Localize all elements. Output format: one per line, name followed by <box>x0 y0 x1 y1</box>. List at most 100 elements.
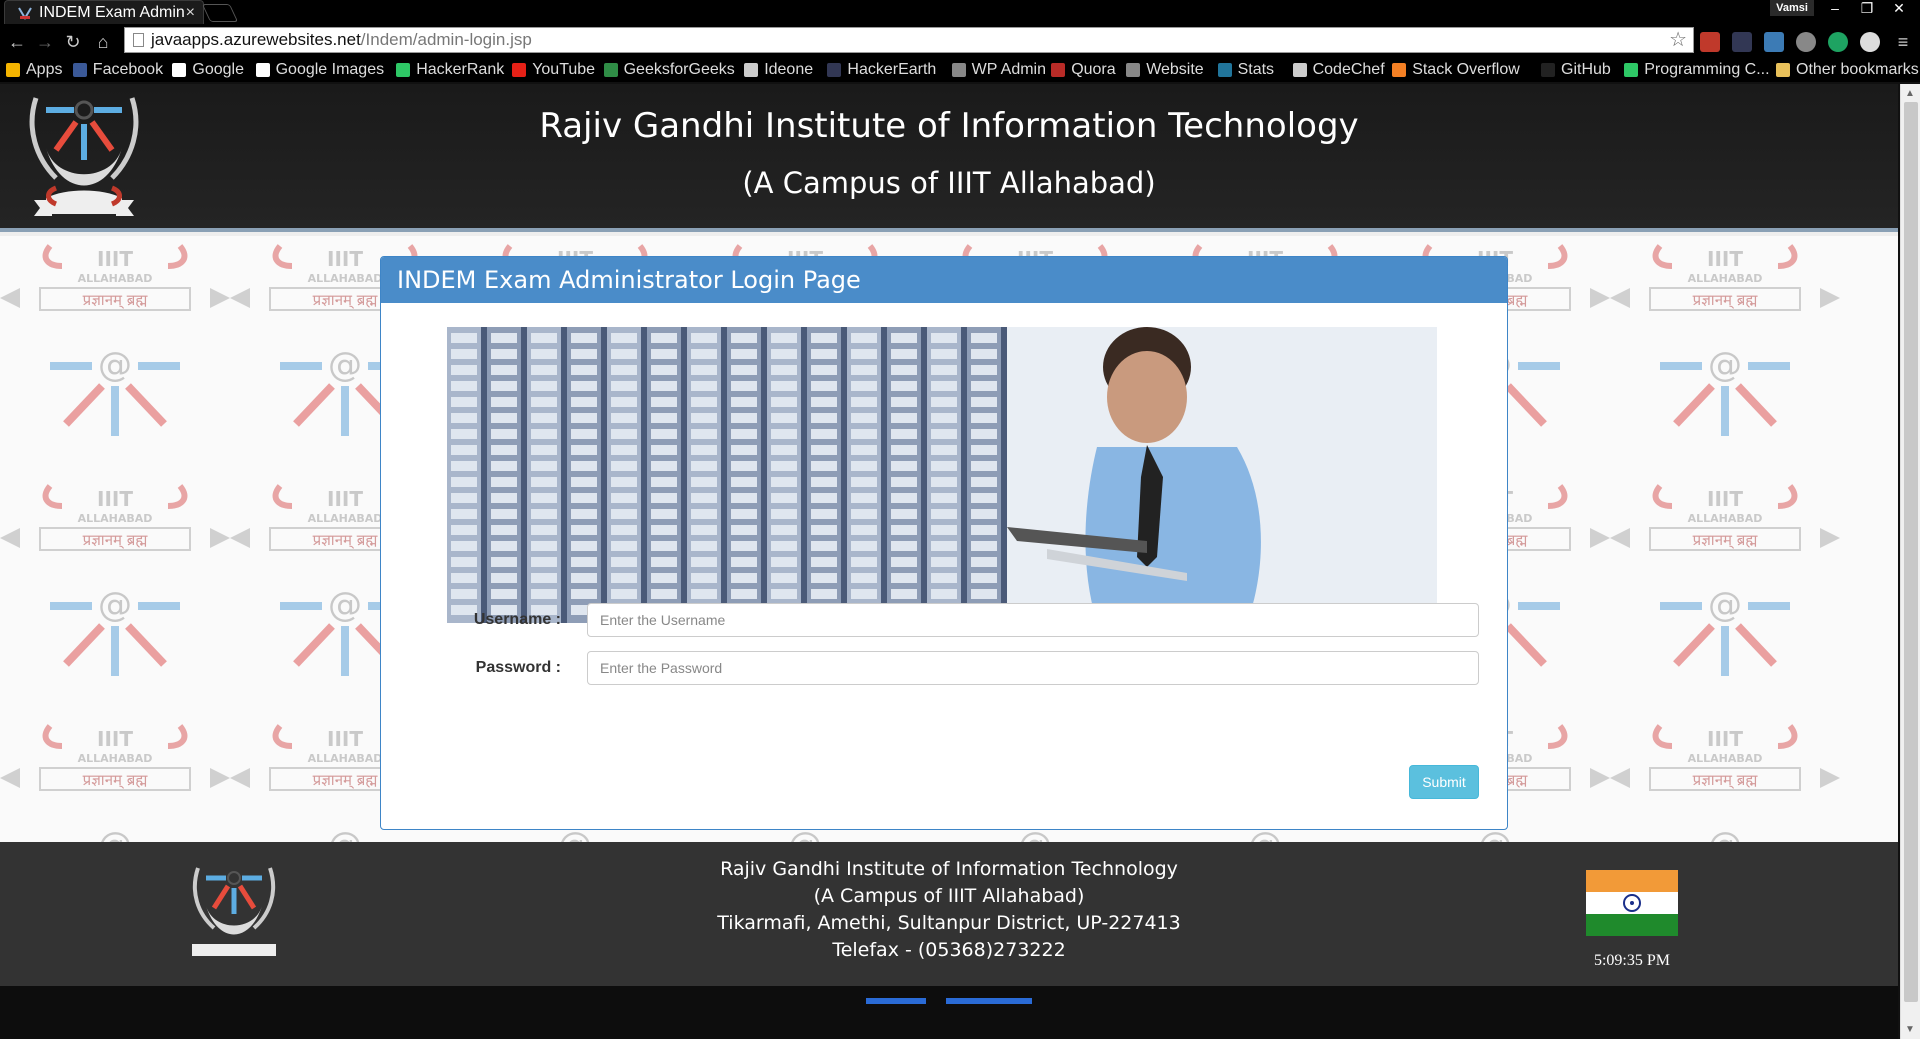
scrollbar-thumb[interactable] <box>1904 102 1918 1002</box>
server-room-hero-image <box>447 327 1437 623</box>
minimize-button[interactable]: – <box>1822 0 1848 18</box>
reload-icon[interactable]: ↻ <box>62 31 84 53</box>
scroll-down-icon[interactable]: ▼ <box>1905 1024 1915 1035</box>
bookmark-geeksforgeeks[interactable]: GeeksforGeeks <box>603 60 735 80</box>
bookmark-label: HackerRank <box>416 61 505 78</box>
site-subtitle: (A Campus of IIIT Allahabad) <box>742 166 1156 200</box>
profile-badge[interactable]: Vamsi <box>1770 0 1814 16</box>
bookmark-quora[interactable]: Quora <box>1051 60 1116 80</box>
bookmarks-bar: » Other bookmarks AppsFacebookGoogleGoog… <box>0 58 1920 82</box>
bookmark-star-icon[interactable]: ☆ <box>1669 28 1687 52</box>
extension-camera-icon[interactable] <box>1764 32 1784 52</box>
bookmark-label: Stack Overflow <box>1412 61 1520 78</box>
site-footer: Rajiv Gandhi Institute of Information Te… <box>0 842 1898 986</box>
svg-text:IIIT: IIIT <box>327 247 363 271</box>
svg-text:ALLAHABAD: ALLAHABAD <box>1688 512 1763 525</box>
bookmark-youtube[interactable]: YouTube <box>512 60 595 80</box>
svg-text:@: @ <box>98 585 132 625</box>
close-window-button[interactable]: ✕ <box>1886 0 1912 18</box>
svg-text:प्रज्ञानम् ब्रह्म: प्रज्ञानम् ब्रह्म <box>1693 771 1759 789</box>
svg-text:IIIT: IIIT <box>97 487 133 511</box>
menu-icon[interactable]: ≡ <box>1892 31 1914 53</box>
bookmark-favicon-icon <box>744 63 759 77</box>
site-header: Rajiv Gandhi Institute of Information Te… <box>0 84 1898 232</box>
svg-text:@: @ <box>328 585 362 625</box>
bookmark-hackerrank[interactable]: HackerRank <box>396 60 504 80</box>
extension-bookmark-icon[interactable] <box>1700 32 1720 52</box>
bookmark-hackerearth[interactable]: HackerEarth <box>827 60 936 80</box>
bookmark-favicon-icon <box>72 63 87 77</box>
bookmark-github[interactable]: GitHub <box>1541 60 1611 80</box>
bookmark-facebook[interactable]: Facebook <box>72 60 163 80</box>
bookmark-favicon-icon <box>255 63 270 77</box>
bookmark-label: GitHub <box>1561 61 1611 78</box>
new-tab-button[interactable] <box>201 4 239 22</box>
bookmark-label: Google <box>192 61 244 78</box>
back-arrow-icon[interactable]: ← <box>6 31 28 53</box>
extension-circle-icon[interactable] <box>1860 32 1880 52</box>
extension-grammarly-icon[interactable] <box>1828 32 1848 52</box>
taskbar <box>0 986 1898 1039</box>
username-label: Username : <box>473 611 561 628</box>
svg-text:@: @ <box>98 345 132 385</box>
svg-text:प्रज्ञानम् ब्रह्म: प्रज्ञानम् ब्रह्म <box>1693 291 1759 309</box>
svg-text:ALLAHABAD: ALLAHABAD <box>308 752 383 765</box>
extension-check-icon[interactable] <box>1796 32 1816 52</box>
taskbar-item[interactable] <box>866 998 926 1004</box>
bookmark-label: Ideone <box>764 61 814 78</box>
bookmark-codechef[interactable]: CodeChef <box>1292 60 1385 80</box>
svg-text:प्रज्ञानम् ब्रह्म: प्रज्ञानम् ब्रह्म <box>313 531 379 549</box>
svg-text:प्रज्ञानम् ब्रह्म: प्रज्ञानम् ब्रह्म <box>83 531 149 549</box>
browser-titlebar: INDEM Exam Admin × Vamsi – ❐ ✕ <box>0 0 1920 24</box>
forward-arrow-icon[interactable]: → <box>34 31 56 53</box>
bookmark-favicon-icon <box>603 63 618 77</box>
scroll-up-icon[interactable]: ▲ <box>1905 88 1915 99</box>
bookmark-google[interactable]: Google <box>172 60 244 80</box>
password-input[interactable] <box>587 651 1479 685</box>
bookmark-favicon-icon <box>1126 63 1141 77</box>
bookmark-programming-c[interactable]: Programming C... <box>1624 60 1770 80</box>
svg-text:ALLAHABAD: ALLAHABAD <box>78 752 153 765</box>
extension-hackerearth-icon[interactable] <box>1732 32 1752 52</box>
other-bookmarks-folder[interactable]: Other bookmarks <box>1776 60 1919 80</box>
tab-close-icon[interactable]: × <box>186 1 195 25</box>
svg-text:प्रज्ञानम् ब्रह्म: प्रज्ञानम् ब्रह्म <box>1693 531 1759 549</box>
taskbar-item[interactable] <box>946 998 1032 1004</box>
bookmark-favicon-icon <box>951 63 966 77</box>
bookmark-label: Stats <box>1237 61 1275 78</box>
password-label: Password : <box>475 659 561 676</box>
bookmark-website[interactable]: Website <box>1126 60 1204 80</box>
bookmark-stack-overflow[interactable]: Stack Overflow <box>1392 60 1520 80</box>
bookmark-ideone[interactable]: Ideone <box>744 60 813 80</box>
submit-button[interactable]: Submit <box>1409 765 1479 799</box>
page-icon <box>133 33 144 47</box>
site-favicon-icon <box>18 7 32 20</box>
bookmark-wp-admin[interactable]: WP Admin <box>951 60 1046 80</box>
bookmark-apps[interactable]: Apps <box>6 60 62 80</box>
bookmark-stats[interactable]: Stats <box>1217 60 1275 80</box>
bookmark-label: HackerEarth <box>847 61 937 78</box>
bookmark-label: CodeChef <box>1312 61 1385 78</box>
bookmark-google-images[interactable]: Google Images <box>255 60 385 80</box>
svg-text:IIIT: IIIT <box>327 487 363 511</box>
svg-text:ALLAHABAD: ALLAHABAD <box>78 512 153 525</box>
home-icon[interactable]: ⌂ <box>92 31 114 53</box>
svg-text:IIIT: IIIT <box>97 247 133 271</box>
url-host: javaapps.azurewebsites.net <box>151 30 361 49</box>
bookmark-favicon-icon <box>827 63 842 77</box>
address-bar[interactable]: javaapps.azurewebsites.net/Indem/admin-l… <box>124 27 1694 53</box>
svg-text:प्रज्ञानम् ब्रह्म: प्रज्ञानम् ब्रह्म <box>313 771 379 789</box>
page-scrollbar[interactable]: ▲ ▼ <box>1900 84 1920 1039</box>
bookmark-label: Google Images <box>275 61 385 78</box>
svg-text:IIIT: IIIT <box>97 727 133 751</box>
svg-text:IIIT: IIIT <box>1707 247 1743 271</box>
login-panel: INDEM Exam Administrator Login Page User… <box>380 256 1508 830</box>
url-path: /Indem/admin-login.jsp <box>360 30 532 49</box>
tab-indem-exam-admin[interactable]: INDEM Exam Admin × <box>4 0 204 24</box>
bookmark-label: Website <box>1146 61 1204 78</box>
footer-clock: 5:09:35 PM <box>1593 952 1670 969</box>
bookmark-favicon-icon <box>1051 63 1066 77</box>
bookmark-favicon-icon <box>1624 63 1639 77</box>
username-input[interactable] <box>587 603 1479 637</box>
restore-button[interactable]: ❐ <box>1854 0 1880 18</box>
